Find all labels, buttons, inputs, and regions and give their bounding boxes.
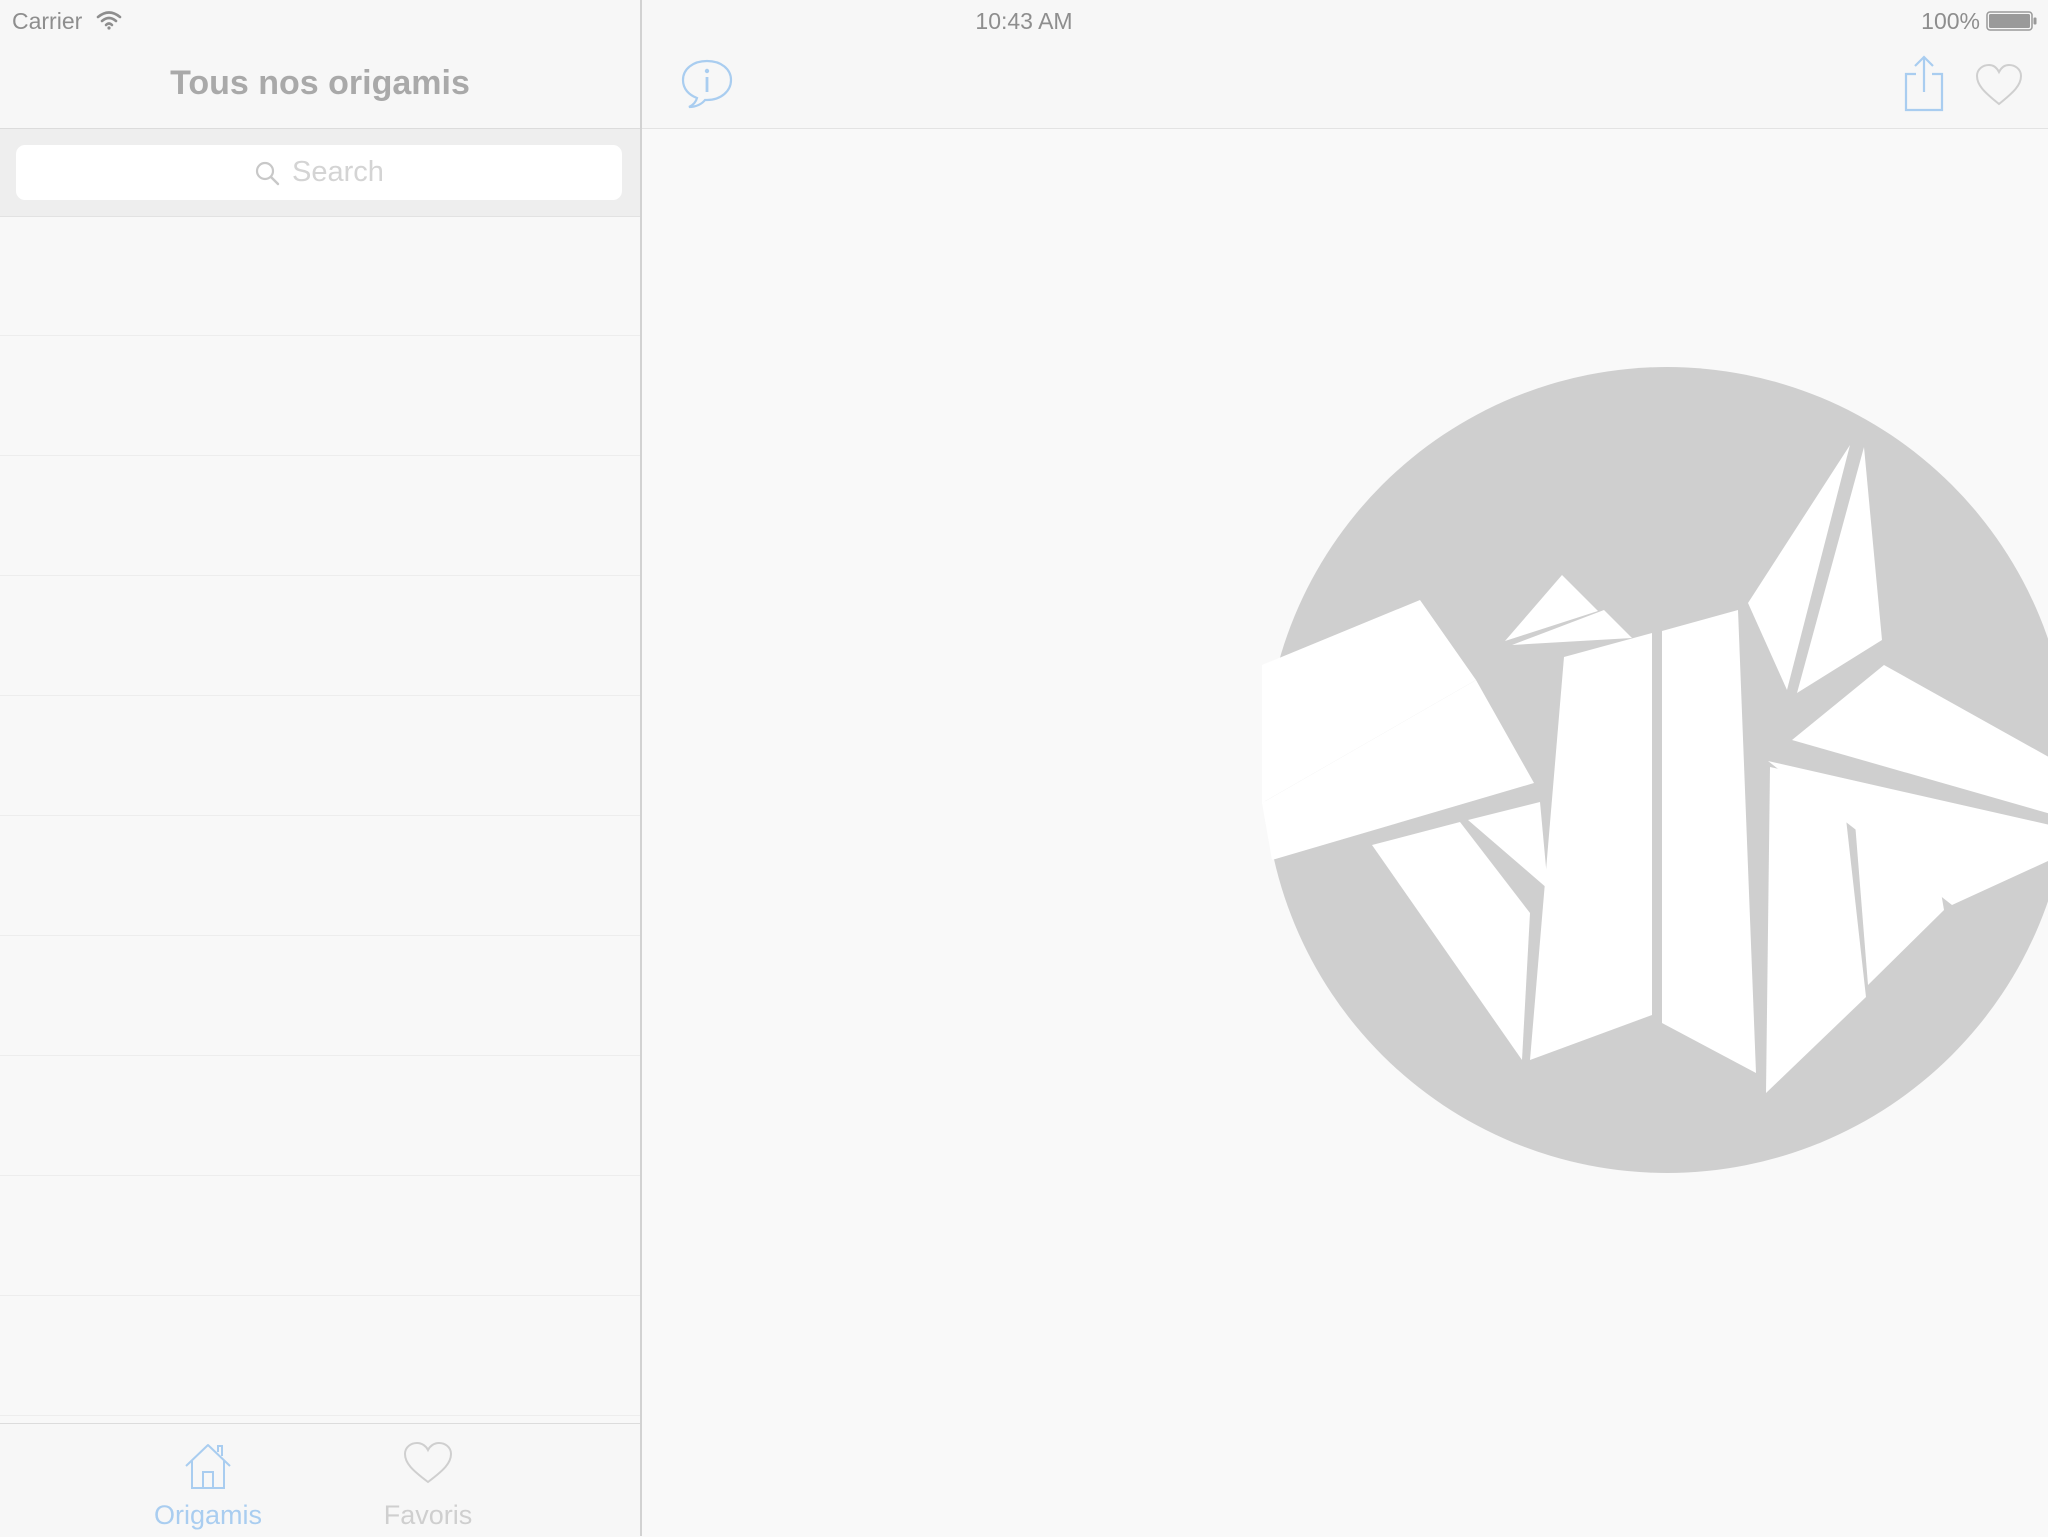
- origami-crane-logo: [1262, 367, 2048, 1173]
- tab-favoris[interactable]: Favoris: [348, 1424, 508, 1537]
- list-item[interactable]: [0, 217, 640, 336]
- battery-icon: [1986, 11, 2037, 31]
- list-item[interactable]: [0, 337, 640, 456]
- tab-label: Origamis: [153, 1500, 262, 1530]
- list-item[interactable]: [0, 577, 640, 696]
- search-bar: Search: [0, 129, 640, 217]
- list-item[interactable]: [0, 1297, 640, 1416]
- page-title: Tous nos origamis: [170, 64, 470, 102]
- share-icon[interactable]: [1902, 54, 1946, 114]
- master-pane: Tous nos origamis Search Origamis Favori…: [0, 0, 642, 1537]
- detail-pane: [642, 0, 2048, 1536]
- info-bubble-icon[interactable]: [679, 56, 735, 112]
- search-input[interactable]: Search: [16, 145, 622, 200]
- list-item[interactable]: [0, 1177, 640, 1296]
- tab-origamis[interactable]: Origamis: [128, 1424, 288, 1537]
- list-item[interactable]: [0, 1057, 640, 1176]
- battery-percentage: 100%: [1921, 8, 1980, 34]
- list-item[interactable]: [0, 937, 640, 1056]
- clock: 10:43 AM: [975, 8, 1073, 34]
- list-item[interactable]: [0, 457, 640, 576]
- origami-list[interactable]: [0, 217, 640, 1421]
- list-item[interactable]: [0, 697, 640, 816]
- search-icon: [255, 161, 280, 185]
- heart-icon[interactable]: [1974, 62, 2024, 108]
- tab-label: Favoris: [383, 1500, 473, 1530]
- search-placeholder: Search: [292, 156, 384, 188]
- list-item[interactable]: [0, 817, 640, 936]
- home-icon: [185, 1444, 231, 1489]
- heart-icon: [403, 1441, 453, 1484]
- tab-bar: Origamis Favoris: [0, 1423, 640, 1537]
- status-bar: Carrier 10:43 AM 100%: [0, 0, 2048, 42]
